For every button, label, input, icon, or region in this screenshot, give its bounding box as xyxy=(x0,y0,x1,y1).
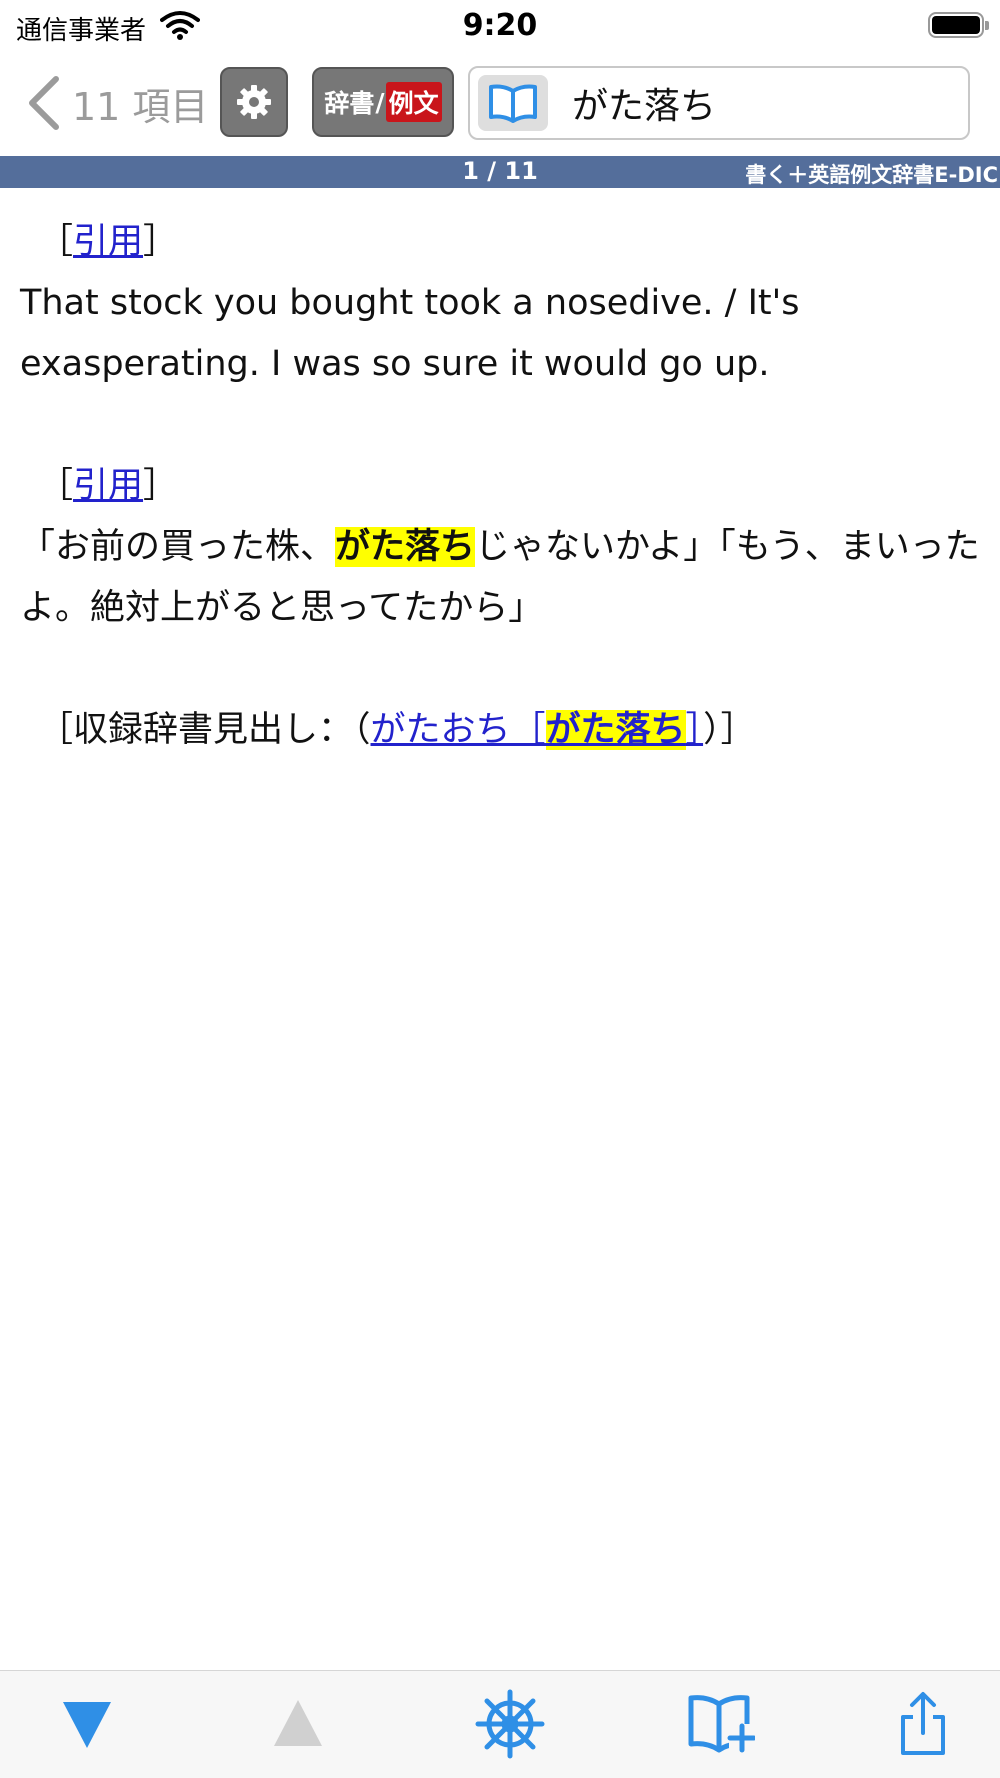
dictionary-select-button[interactable] xyxy=(478,75,548,131)
citation-line-2: ［引用］ xyxy=(20,456,980,517)
clock: 9:20 xyxy=(462,8,538,43)
info-bar: 1 / 11 書く＋英語例文辞書E-DIC xyxy=(0,156,1000,188)
chevron-left-icon xyxy=(29,76,59,130)
status-bar: 通信事業者 9:20 xyxy=(0,0,1000,52)
citation-link-2[interactable]: 引用 xyxy=(73,466,143,506)
headword-reading: がたおち［ xyxy=(370,710,546,750)
headword-line: ［収録辞書見出し：（がたおち［がた落ち］）］ xyxy=(20,700,980,761)
headword-suffix: ）］ xyxy=(703,710,756,750)
bracket: ］ xyxy=(143,466,179,506)
headword-close: ］ xyxy=(685,710,704,750)
add-bookmark-button[interactable] xyxy=(685,1689,755,1759)
jump-button[interactable] xyxy=(475,1689,545,1759)
triangle-down-icon xyxy=(63,1702,111,1748)
headword-link[interactable]: がたおち［がた落ち］ xyxy=(370,710,704,750)
back-button[interactable]: 11 項目 xyxy=(26,72,208,134)
dictionary-example-toggle-button[interactable]: 辞書 / 例文 xyxy=(312,67,454,137)
battery-icon xyxy=(928,12,989,38)
screen: 通信事業者 9:20 11 項目 辞書 / 例文 がた落ち 1 / 11 書く＋… xyxy=(0,0,1000,1778)
dictionary-name: 書く＋英語例文辞書E-DIC xyxy=(745,163,998,187)
highlighted-term: がた落ち xyxy=(335,527,476,567)
open-book-icon xyxy=(489,84,537,123)
helm-icon xyxy=(475,1689,545,1759)
citation-line-1: ［引用］ xyxy=(20,212,980,273)
example-label: 例文 xyxy=(385,82,442,122)
bottom-toolbar xyxy=(0,1670,1000,1778)
toolbar: 11 項目 辞書 / 例文 がた落ち xyxy=(0,52,1000,154)
share-button[interactable] xyxy=(888,1689,958,1759)
share-icon xyxy=(901,1692,945,1755)
search-field[interactable]: がた落ち xyxy=(468,66,970,140)
japanese-example: 「お前の買った株、がた落ちじゃないかよ」「もう、まいったよ。絶対上がると思ってた… xyxy=(20,517,980,639)
headword-highlight: がた落ち xyxy=(545,710,686,750)
book-add-icon xyxy=(688,1695,755,1753)
previous-entry-button[interactable] xyxy=(263,1689,333,1759)
settings-button[interactable] xyxy=(220,67,288,137)
bracket: ［ xyxy=(38,222,74,262)
gear-icon xyxy=(237,85,271,119)
citation-link-1[interactable]: 引用 xyxy=(73,222,143,262)
dict-label: 辞書 xyxy=(324,89,375,118)
search-input[interactable]: がた落ち xyxy=(572,77,716,129)
triangle-up-icon xyxy=(274,1700,322,1746)
english-example: That stock you bought took a nosedive. /… xyxy=(20,283,800,384)
example-text: 「お前の買った株、 xyxy=(20,527,336,567)
bracket: ［ xyxy=(38,466,74,506)
bracket: ］ xyxy=(143,222,179,262)
entry-content: ［引用］ That stock you bought took a nosedi… xyxy=(20,212,980,761)
back-label: 11 項目 xyxy=(72,84,209,129)
next-entry-button[interactable] xyxy=(52,1689,122,1759)
dict-slash: / xyxy=(375,87,385,117)
headword-prefix: ［収録辞書見出し：（ xyxy=(38,710,371,750)
